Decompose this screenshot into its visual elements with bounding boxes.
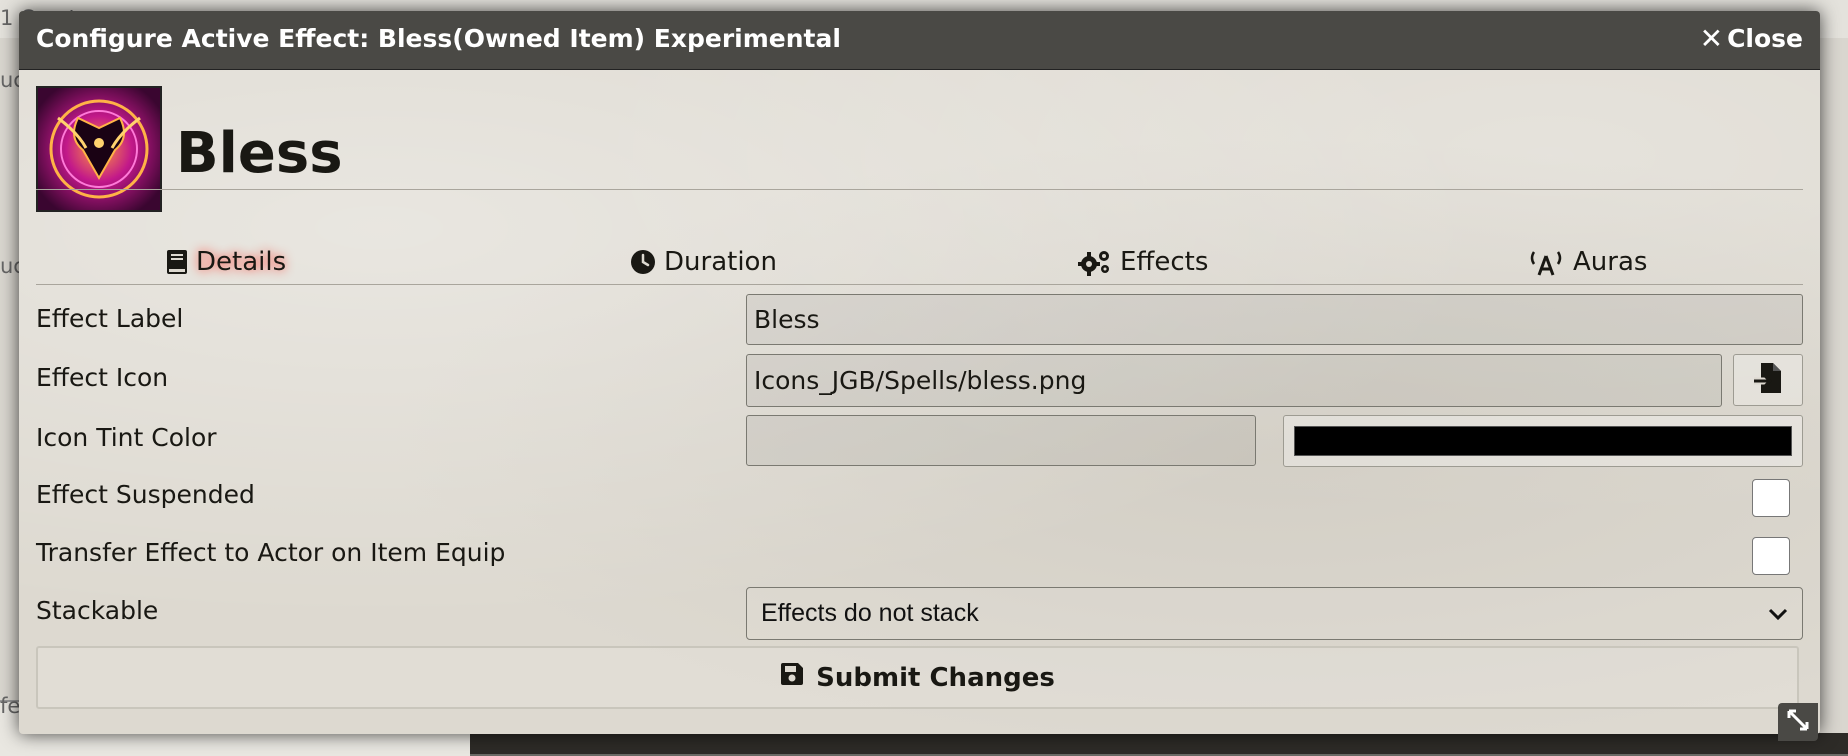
effect-name-heading: Bless xyxy=(176,121,343,186)
broadcast-icon xyxy=(1527,248,1565,276)
divider xyxy=(36,189,1803,190)
submit-label: Submit Changes xyxy=(816,662,1055,693)
dialog-titlebar[interactable]: Configure Active Effect: Bless(Owned Ite… xyxy=(19,11,1820,70)
tab-duration[interactable]: Duration xyxy=(630,247,777,277)
chevron-down-icon xyxy=(1768,599,1788,628)
tab-auras[interactable]: Auras xyxy=(1527,247,1647,277)
book-icon xyxy=(166,249,188,275)
tab-label: Auras xyxy=(1573,247,1648,277)
tab-details[interactable]: Details xyxy=(166,247,286,277)
icon-tint-text-input[interactable] xyxy=(746,415,1256,466)
file-import-icon xyxy=(1753,362,1783,398)
stackable-selected-value: Effects do not stack xyxy=(761,599,979,627)
effect-suspended-label: Effect Suspended xyxy=(36,480,255,509)
background-fragment: fe xyxy=(0,694,21,718)
close-button[interactable]: ✕ Close xyxy=(1700,24,1803,53)
stackable-label: Stackable xyxy=(36,596,159,625)
icon-tint-color-picker[interactable] xyxy=(1283,415,1803,467)
submit-changes-button[interactable]: Submit Changes xyxy=(36,646,1799,709)
close-icon: ✕ xyxy=(1699,21,1724,55)
save-icon xyxy=(780,662,804,693)
effect-icon-label: Effect Icon xyxy=(36,363,169,392)
tab-label: Duration xyxy=(664,247,777,277)
icon-tint-label: Icon Tint Color xyxy=(36,423,217,452)
active-effect-config-dialog: Configure Active Effect: Bless(Owned Ite… xyxy=(19,11,1820,741)
color-swatch xyxy=(1294,426,1792,456)
tab-label: Details xyxy=(196,247,287,277)
transfer-effect-label: Transfer Effect to Actor on Item Equip xyxy=(36,538,506,567)
tab-effects[interactable]: Effects xyxy=(1078,247,1208,277)
file-picker-button[interactable] xyxy=(1733,354,1803,406)
transfer-effect-checkbox[interactable] xyxy=(1752,537,1790,575)
divider xyxy=(36,284,1803,285)
effect-label-label: Effect Label xyxy=(36,304,184,333)
effect-icon-path-input[interactable] xyxy=(746,354,1722,407)
effect-image[interactable] xyxy=(36,86,162,212)
effect-label-input[interactable] xyxy=(746,294,1803,345)
window-resize-handle[interactable] xyxy=(1778,703,1818,741)
bless-spell-image xyxy=(38,88,160,210)
cogs-icon xyxy=(1078,248,1112,276)
effect-suspended-checkbox[interactable] xyxy=(1752,479,1790,517)
stackable-select[interactable]: Effects do not stack xyxy=(746,587,1803,640)
close-label: Close xyxy=(1727,24,1803,53)
dialog-title: Configure Active Effect: Bless(Owned Ite… xyxy=(36,24,841,53)
clock-icon xyxy=(630,249,656,275)
tab-label: Effects xyxy=(1120,247,1209,277)
expand-arrows-icon xyxy=(1786,708,1810,736)
